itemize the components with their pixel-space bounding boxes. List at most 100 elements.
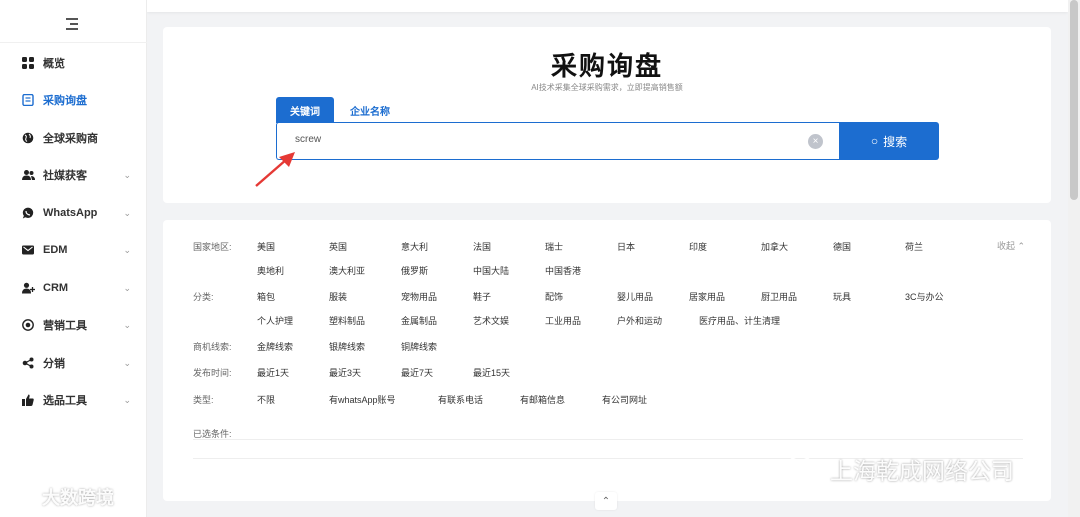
filter-option-category[interactable]: 宠物用品 bbox=[401, 290, 437, 303]
chevron-down-icon: ⌄ bbox=[123, 244, 131, 255]
filter-option-category[interactable]: 工业用品 bbox=[545, 314, 581, 327]
filter-option-category[interactable]: 个人护理 bbox=[257, 314, 293, 327]
filter-option-country[interactable]: 日本 bbox=[617, 240, 635, 253]
filter-option-published[interactable]: 最近15天 bbox=[473, 366, 510, 379]
scrollbar-thumb[interactable] bbox=[1070, 0, 1078, 200]
users-icon bbox=[21, 168, 35, 182]
filter-option-leads[interactable]: 银牌线索 bbox=[329, 340, 365, 353]
whatsapp-icon bbox=[21, 206, 35, 220]
filter-option-category[interactable]: 箱包 bbox=[257, 290, 275, 303]
watermark-left: 大数跨境 bbox=[8, 484, 114, 510]
globe-icon bbox=[21, 131, 35, 145]
filter-option-category[interactable]: 医疗用品、计生清理 bbox=[699, 314, 780, 327]
filter-option-country[interactable]: 奥地利 bbox=[257, 264, 284, 277]
filter-option-country[interactable]: 俄罗斯 bbox=[401, 264, 428, 277]
filter-option-category[interactable]: 户外和运动 bbox=[617, 314, 662, 327]
double-chevron-up-icon: ⌃ bbox=[601, 495, 611, 507]
collapse-toggle[interactable]: 收起 ⌃ bbox=[997, 239, 1025, 252]
filter-option-country[interactable]: 加拿大 bbox=[761, 240, 788, 253]
sidebar-item-crm[interactable]: CRM ⌄ bbox=[0, 276, 147, 300]
filter-option-country[interactable]: 瑞士 bbox=[545, 240, 563, 253]
filter-option-leads[interactable]: 铜牌线索 bbox=[401, 340, 437, 353]
menu-collapse-icon[interactable] bbox=[66, 18, 78, 30]
sidebar-item-label: 社媒获客 bbox=[43, 170, 87, 182]
chevron-up-icon: ⌃ bbox=[1015, 241, 1026, 251]
user-plus-icon bbox=[21, 281, 35, 295]
filter-option-category[interactable]: 艺术文娱 bbox=[473, 314, 509, 327]
sidebar-item-label: 分销 bbox=[43, 358, 65, 370]
top-bar bbox=[147, 0, 1068, 12]
filter-option-category[interactable]: 居家用品 bbox=[689, 290, 725, 303]
filter-option-country[interactable]: 中国香港 bbox=[545, 264, 581, 277]
filter-option-type[interactable]: 不限 bbox=[257, 393, 275, 406]
filter-option-country[interactable]: 荷兰 bbox=[905, 240, 923, 253]
filter-label-country: 国家地区: bbox=[193, 242, 232, 252]
sidebar-item-purchase-inquiry[interactable]: 采购询盘 bbox=[0, 88, 147, 112]
watermark-logo-icon bbox=[8, 489, 38, 505]
search-icon: ○ bbox=[870, 134, 879, 148]
filter-option-category[interactable]: 塑料制品 bbox=[329, 314, 365, 327]
sidebar-item-product-tools[interactable]: 选品工具 ⌄ bbox=[0, 388, 147, 412]
share-icon bbox=[21, 356, 35, 370]
tab-keyword[interactable]: 关键词 bbox=[276, 97, 334, 123]
sidebar-item-label: 概览 bbox=[43, 58, 65, 70]
tab-company-name[interactable]: 企业名称 bbox=[341, 97, 399, 123]
search-input[interactable] bbox=[295, 134, 775, 145]
thumbs-up-icon bbox=[21, 393, 35, 407]
sidebar-item-global-buyers[interactable]: 全球采购商 bbox=[0, 126, 147, 150]
filter-option-category[interactable]: 金属制品 bbox=[401, 314, 437, 327]
filter-option-category[interactable]: 玩具 bbox=[833, 290, 851, 303]
sidebar-item-social-media[interactable]: 社媒获客 ⌄ bbox=[0, 163, 147, 187]
filter-option-category[interactable]: 鞋子 bbox=[473, 290, 491, 303]
chevron-down-icon: ⌄ bbox=[123, 357, 131, 368]
filter-label-category: 分类: bbox=[193, 292, 214, 302]
sidebar-item-label: 全球采购商 bbox=[43, 133, 98, 145]
filter-option-type[interactable]: 有联系电话 bbox=[438, 393, 483, 406]
wechat-icon bbox=[787, 455, 822, 482]
filter-option-published[interactable]: 最近1天 bbox=[257, 366, 289, 379]
filter-option-country[interactable]: 澳大利亚 bbox=[329, 264, 365, 277]
sidebar-item-label: EDM bbox=[43, 244, 68, 256]
sidebar-item-overview[interactable]: 概览 bbox=[0, 51, 147, 75]
filter-option-country[interactable]: 美国 bbox=[257, 240, 275, 253]
filter-option-published[interactable]: 最近7天 bbox=[401, 366, 433, 379]
filter-option-category[interactable]: 婴儿用品 bbox=[617, 290, 653, 303]
filter-label-published: 发布时间: bbox=[193, 368, 232, 378]
filter-option-country[interactable]: 英国 bbox=[329, 240, 347, 253]
chevron-down-icon: ⌄ bbox=[123, 207, 131, 218]
collapse-label: 收起 bbox=[997, 241, 1016, 251]
filter-option-leads[interactable]: 金牌线索 bbox=[257, 340, 293, 353]
filter-option-country[interactable]: 意大利 bbox=[401, 240, 428, 253]
sidebar-item-label: 选品工具 bbox=[43, 395, 87, 407]
page-scrollbar[interactable] bbox=[1068, 0, 1080, 517]
filter-option-type[interactable]: 有whatsApp账号 bbox=[329, 393, 396, 406]
filter-option-country[interactable]: 德国 bbox=[833, 240, 851, 253]
filter-option-type[interactable]: 有公司网址 bbox=[602, 393, 647, 406]
filter-option-country[interactable]: 印度 bbox=[689, 240, 707, 253]
sidebar-item-distribution[interactable]: 分销 ⌄ bbox=[0, 351, 147, 375]
watermark-right-text: 上海乾成网络公司 bbox=[830, 458, 1014, 484]
sidebar-item-label: WhatsApp bbox=[43, 207, 98, 219]
sidebar-item-label: 营销工具 bbox=[43, 320, 87, 332]
filter-option-category[interactable]: 3C与办公 bbox=[905, 290, 944, 303]
filter-option-category[interactable]: 配饰 bbox=[545, 290, 563, 303]
mail-icon bbox=[21, 243, 35, 257]
grid-icon bbox=[21, 56, 35, 70]
sidebar-item-whatsapp[interactable]: WhatsApp ⌄ bbox=[0, 201, 147, 225]
watermark-right: 上海乾成网络公司 bbox=[786, 452, 1014, 486]
clear-icon[interactable]: × bbox=[808, 134, 823, 149]
page-subtitle: AI技术采集全球采购需求，立即提高销售额 bbox=[531, 83, 683, 92]
sidebar-item-marketing-tools[interactable]: 营销工具 ⌄ bbox=[0, 313, 147, 337]
filter-option-country[interactable]: 法国 bbox=[473, 240, 491, 253]
filter-option-published[interactable]: 最近3天 bbox=[329, 366, 361, 379]
filter-option-category[interactable]: 厨卫用品 bbox=[761, 290, 797, 303]
filter-option-country[interactable]: 中国大陆 bbox=[473, 264, 509, 277]
sidebar-item-label: 采购询盘 bbox=[43, 95, 87, 107]
scroll-to-top-button[interactable]: ⌃ bbox=[595, 492, 617, 510]
search-button[interactable]: ○ 搜索 bbox=[839, 122, 939, 160]
chevron-down-icon: ⌄ bbox=[123, 282, 131, 293]
filter-option-category[interactable]: 服装 bbox=[329, 290, 347, 303]
filter-option-type[interactable]: 有邮箱信息 bbox=[520, 393, 565, 406]
sidebar-item-edm[interactable]: EDM ⌄ bbox=[0, 238, 147, 262]
selected-conditions-row: 已选条件: bbox=[193, 424, 1023, 440]
